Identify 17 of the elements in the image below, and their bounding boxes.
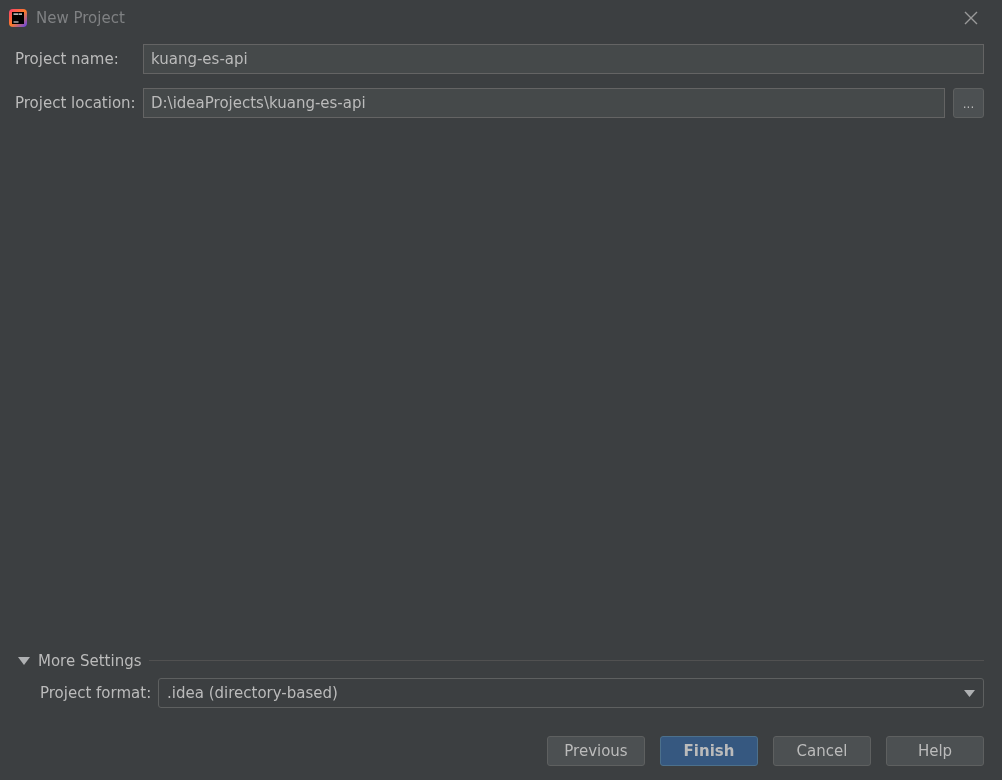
expand-toggle-icon[interactable] — [18, 656, 30, 665]
text-field[interactable]: D:\ideaProjects\kuang-es-api — [143, 88, 945, 118]
field-label: Project format: — [40, 682, 150, 704]
dialog-button[interactable]: Finish — [660, 736, 758, 766]
dialog-button[interactable]: Previous — [547, 736, 645, 766]
text-field[interactable]: kuang-es-api — [143, 44, 984, 74]
dropdown-value: .idea (directory-based) — [167, 682, 338, 704]
browse-button[interactable]: ... — [953, 88, 984, 118]
field-label: Project location: — [15, 92, 135, 114]
window-title: New Project — [36, 7, 125, 29]
field-label: Project name: — [15, 48, 120, 70]
format-dropdown[interactable]: .idea (directory-based) — [158, 678, 984, 708]
app-logo-icon — [8, 8, 28, 28]
dialog-button[interactable]: Cancel — [773, 736, 871, 766]
dropdown-arrow-icon — [964, 689, 975, 697]
section-title: More Settings — [38, 650, 142, 672]
dialog-button[interactable]: Help — [886, 736, 984, 766]
